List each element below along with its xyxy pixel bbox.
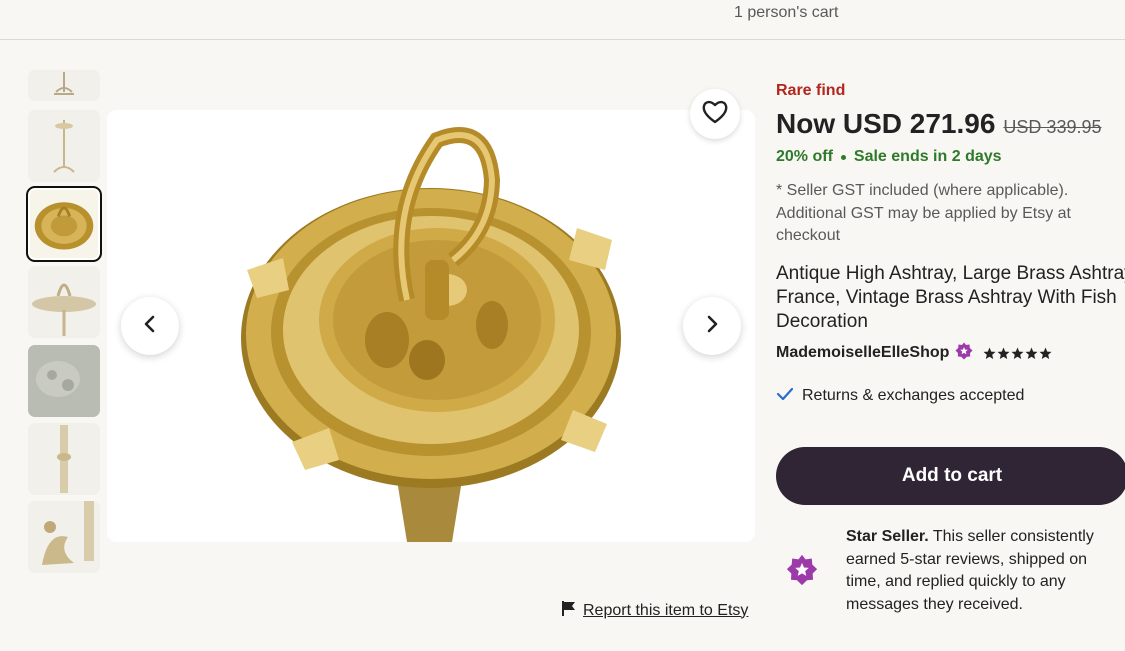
original-price: USD 339.95 xyxy=(1003,117,1102,137)
rating-stars xyxy=(983,347,1052,360)
listing-info: Rare find Now USD 271.96 USD 339.95 20% … xyxy=(776,82,1125,406)
listing-title: Antique High Ashtray, Large Brass Ashtra… xyxy=(776,262,1125,332)
star-seller-badge-icon xyxy=(955,342,973,365)
shop-row: MademoiselleElleShop xyxy=(776,342,1125,365)
thumbnail-3-selected[interactable] xyxy=(26,186,102,262)
next-image-button[interactable] xyxy=(683,297,741,355)
price-row: Now USD 271.96 USD 339.95 xyxy=(776,108,1125,140)
star-icon xyxy=(997,347,1010,359)
discount-text: 20% off xyxy=(776,148,833,165)
flag-icon xyxy=(561,600,577,621)
main-product-image[interactable] xyxy=(107,110,755,542)
separator-dot xyxy=(840,154,846,160)
star-icon xyxy=(1025,347,1038,359)
rare-find-badge: Rare find xyxy=(776,82,846,99)
star-seller-label: Star Seller. xyxy=(846,528,929,545)
thumbnail-6[interactable] xyxy=(28,423,100,495)
thumbnail-1[interactable] xyxy=(28,70,100,101)
returns-text: Returns & exchanges accepted xyxy=(802,387,1025,404)
thumbnail-5[interactable] xyxy=(28,345,100,417)
chevron-left-icon xyxy=(141,315,159,338)
sale-ends-text: Sale ends in 2 days xyxy=(853,148,1002,165)
star-icon xyxy=(1039,347,1052,359)
thumbnail-7[interactable] xyxy=(28,501,100,573)
cart-count-text: 1 person's cart xyxy=(734,4,839,21)
star-icon xyxy=(1011,347,1024,359)
add-to-cart-button[interactable]: Add to cart xyxy=(776,447,1125,505)
star-seller-icon xyxy=(786,526,822,616)
favorite-button[interactable] xyxy=(690,89,740,139)
current-price: Now USD 271.96 xyxy=(776,108,996,139)
top-bar: 1 person's cart xyxy=(0,0,1125,40)
chevron-right-icon xyxy=(703,315,721,338)
star-icon xyxy=(983,347,996,359)
previous-image-button[interactable] xyxy=(121,297,179,355)
star-seller-info: Star Seller. This seller consistently ea… xyxy=(786,526,1125,616)
report-item-link[interactable]: Report this item to Etsy xyxy=(561,600,748,621)
report-item-label: Report this item to Etsy xyxy=(583,601,749,619)
thumbnail-2[interactable] xyxy=(28,110,100,182)
returns-info: Returns & exchanges accepted xyxy=(776,387,1125,406)
gst-note: * Seller GST included (where applicable)… xyxy=(776,182,1071,244)
brass-ashtray-photo xyxy=(107,110,755,542)
shop-name-link[interactable]: MademoiselleElleShop xyxy=(776,344,949,362)
star-seller-description: Star Seller. This seller consistently ea… xyxy=(846,526,1116,616)
heart-icon xyxy=(701,99,729,130)
thumbnail-4[interactable] xyxy=(28,266,100,338)
sale-info: 20% off Sale ends in 2 days xyxy=(776,148,1125,166)
checkmark-icon xyxy=(776,387,794,406)
